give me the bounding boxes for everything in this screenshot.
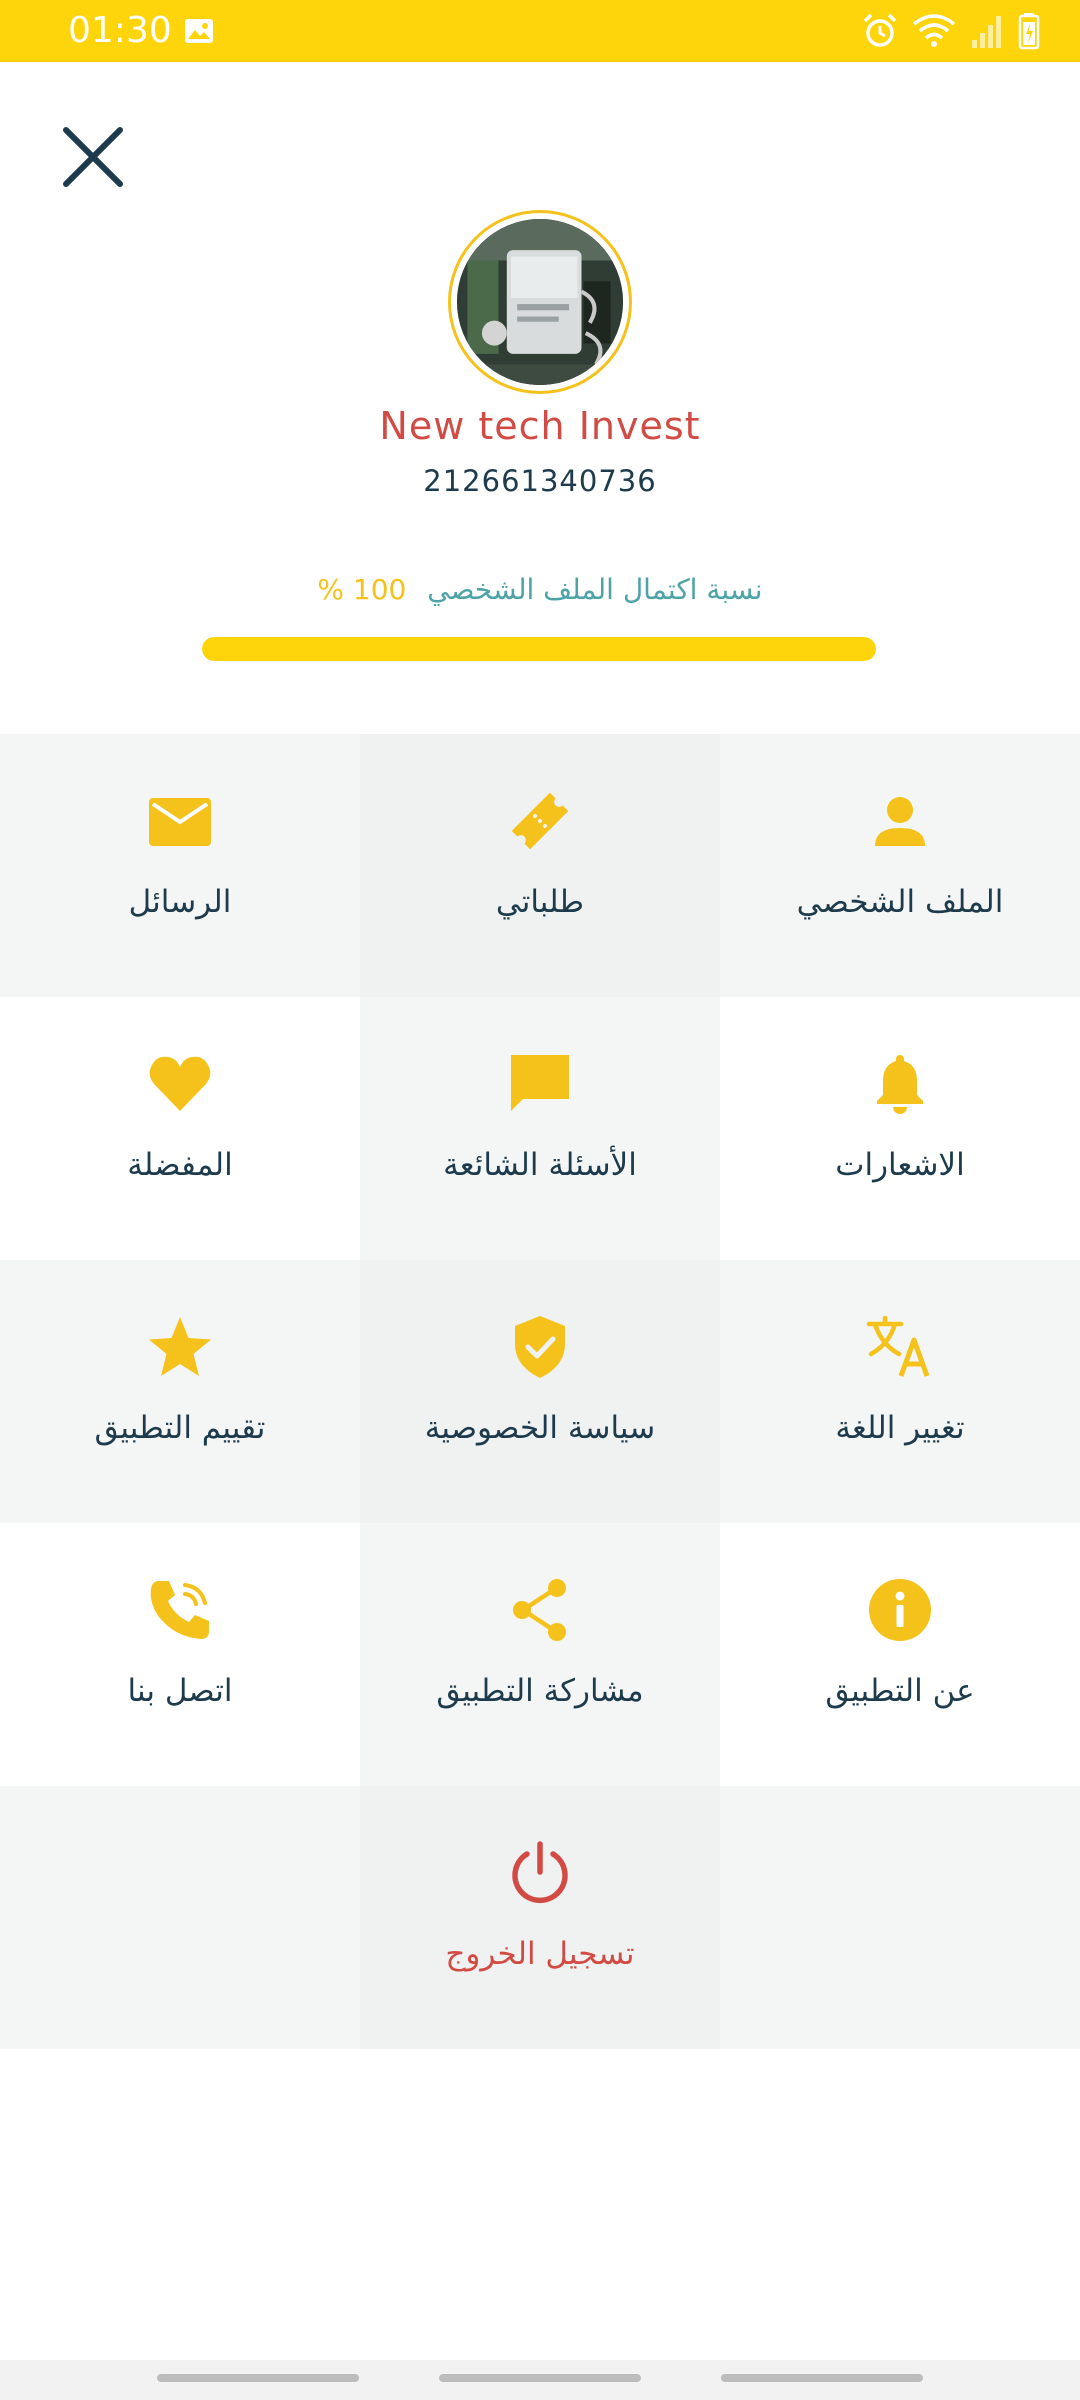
- menu-item-logout[interactable]: تسجيل الخروج: [360, 1786, 720, 2049]
- menu-item-label: تسجيل الخروج: [445, 1936, 635, 1972]
- battery-icon: [1018, 13, 1040, 50]
- avatar[interactable]: [448, 210, 632, 394]
- person-icon: [875, 797, 925, 846]
- menu-item-label: المفضلة: [127, 1147, 233, 1183]
- completion-label: نسبة اكتمال الملف الشخصي: [427, 573, 763, 606]
- menu-item-faq[interactable]: الأسئلة الشائعة: [360, 997, 720, 1260]
- status-icons: [862, 12, 1040, 50]
- menu-item-label: تقييم التطبيق: [94, 1410, 266, 1446]
- menu-item-share-app[interactable]: مشاركة التطبيق: [360, 1523, 720, 1786]
- star-icon: [149, 1317, 211, 1376]
- menu-item-label: اتصل بنا: [127, 1673, 233, 1709]
- menu-item-contact-us[interactable]: اتصل بنا: [0, 1523, 360, 1786]
- translate-icon: [866, 1315, 930, 1377]
- menu-grid: الملف الشخصي طلباتي الرسائل الاشعارات ال…: [0, 734, 1080, 2049]
- nav-back-button[interactable]: [721, 2374, 923, 2382]
- shield-check-icon: [515, 1316, 565, 1378]
- menu-item-label: طلباتي: [495, 884, 585, 920]
- profile-completion: نسبة اكتمال الملف الشخصي 100 %: [0, 573, 1080, 606]
- menu-item-label: سياسة الخصوصية: [424, 1410, 656, 1446]
- close-icon[interactable]: [58, 122, 128, 192]
- completion-progress-bar: [202, 637, 876, 661]
- bell-icon: [877, 1055, 923, 1114]
- nav-home-button[interactable]: [439, 2374, 641, 2382]
- signal-icon: [972, 16, 1001, 48]
- menu-item-label: مشاركة التطبيق: [436, 1673, 644, 1709]
- phone-icon: [150, 1581, 209, 1639]
- menu-empty-cell: [0, 1786, 360, 2049]
- completion-percent: 100 %: [317, 573, 407, 606]
- menu-item-privacy-policy[interactable]: سياسة الخصوصية: [360, 1260, 720, 1523]
- profile-name: New tech Invest: [379, 404, 701, 448]
- ticket-icon: [511, 792, 569, 850]
- menu-item-profile[interactable]: الملف الشخصي: [720, 734, 1080, 997]
- info-icon: [869, 1579, 931, 1641]
- power-icon: [512, 1841, 568, 1904]
- wifi-icon: [912, 14, 956, 47]
- menu-item-label: الأسئلة الشائعة: [443, 1147, 637, 1183]
- chat-icon: [511, 1055, 569, 1111]
- alarm-icon: [863, 13, 897, 47]
- avatar-photo: [457, 219, 623, 385]
- status-bar: 01:30: [0, 0, 1080, 62]
- image-icon: [185, 19, 213, 43]
- menu-item-messages[interactable]: الرسائل: [0, 734, 360, 997]
- menu-item-my-orders[interactable]: طلباتي: [360, 734, 720, 997]
- mail-icon: [149, 798, 211, 846]
- menu-item-notifications[interactable]: الاشعارات: [720, 997, 1080, 1260]
- status-time: 01:30: [68, 10, 172, 51]
- menu-item-rate-app[interactable]: تقييم التطبيق: [0, 1260, 360, 1523]
- profile-phone: 212661340736: [423, 464, 657, 498]
- completion-progress-fill: [202, 637, 876, 661]
- nav-recents-button[interactable]: [157, 2374, 359, 2382]
- menu-item-favorites[interactable]: المفضلة: [0, 997, 360, 1260]
- menu-item-label: الرسائل: [128, 884, 232, 920]
- menu-item-label: عن التطبيق: [825, 1673, 975, 1709]
- menu-item-label: الاشعارات: [835, 1147, 965, 1183]
- menu-empty-cell: [720, 1786, 1080, 2049]
- share-icon: [513, 1579, 566, 1641]
- heart-icon: [149, 1056, 211, 1111]
- menu-item-label: تغيير اللغة: [835, 1410, 965, 1446]
- menu-item-label: الملف الشخصي: [796, 884, 1004, 920]
- menu-item-change-language[interactable]: تغيير اللغة: [720, 1260, 1080, 1523]
- menu-item-about-app[interactable]: عن التطبيق: [720, 1523, 1080, 1786]
- system-nav-bar: [0, 2360, 1080, 2400]
